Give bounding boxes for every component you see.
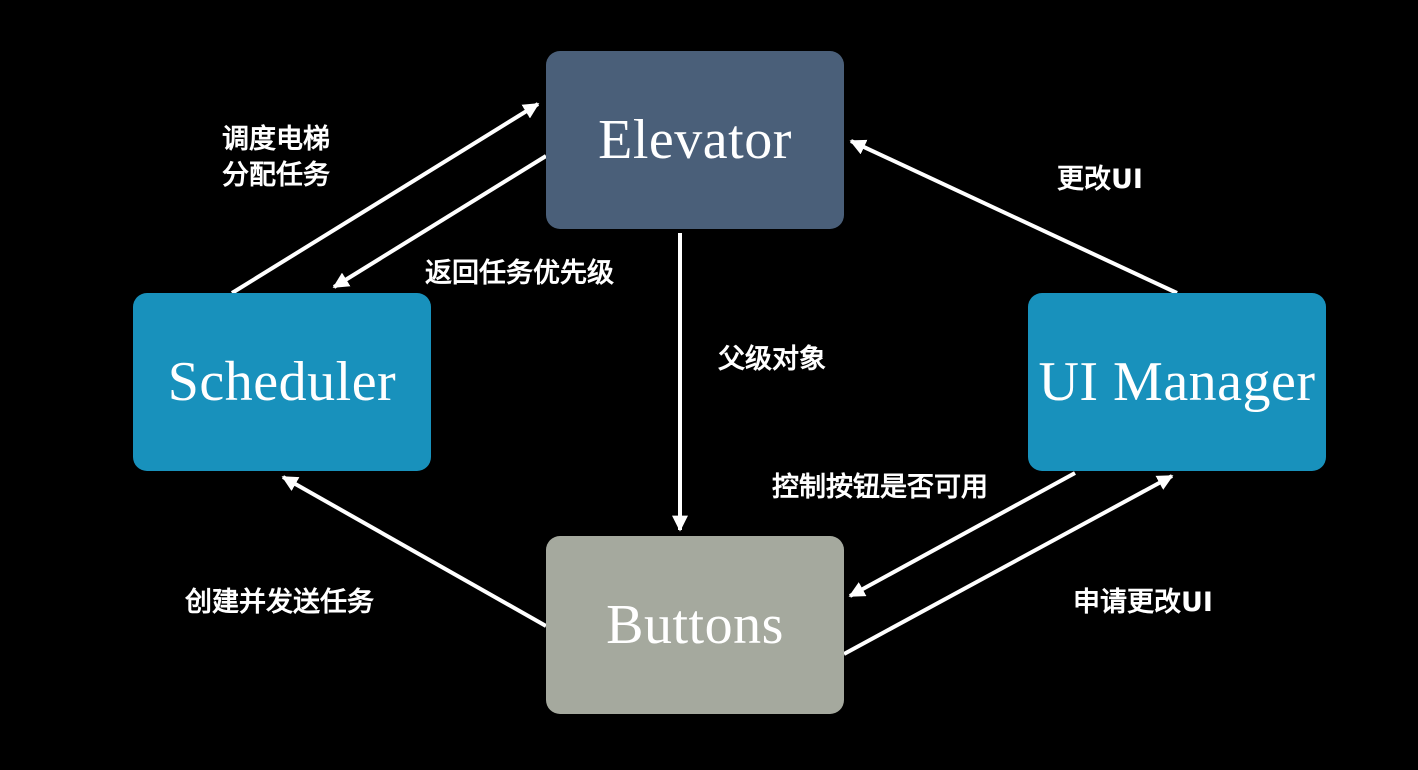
edge-label-line: 控制按钮是否可用	[772, 472, 988, 503]
edge-label-elevator-to-scheduler: 返回任务优先级	[425, 256, 614, 292]
node-elevator: Elevator	[546, 51, 844, 229]
edge-label-line: 父级对象	[718, 344, 826, 375]
edge-label-line: 分配任务	[222, 160, 330, 191]
node-buttons: Buttons	[546, 536, 844, 714]
node-scheduler: Scheduler	[133, 293, 431, 471]
edge-label-line: 返回任务优先级	[425, 258, 614, 289]
edge-label-line: 创建并发送任务	[185, 587, 374, 618]
edge-label-line: 更改UI	[1057, 164, 1143, 195]
edge-label-uimanager-to-buttons: 控制按钮是否可用	[772, 470, 988, 506]
edge-label-line: 调度电梯	[222, 124, 330, 155]
edge-label-uimanager-to-elevator: 更改UI	[1057, 162, 1143, 198]
edge-label-scheduler-to-elevator: 调度电梯 分配任务	[222, 122, 330, 194]
edge-label-elevator-to-buttons: 父级对象	[718, 342, 826, 378]
node-ui-manager: UI Manager	[1028, 293, 1326, 471]
edge-label-buttons-to-uimanager: 申请更改UI	[1073, 585, 1213, 621]
edge-label-line: 申请更改UI	[1073, 587, 1213, 618]
edge-label-buttons-to-scheduler: 创建并发送任务	[185, 585, 374, 621]
